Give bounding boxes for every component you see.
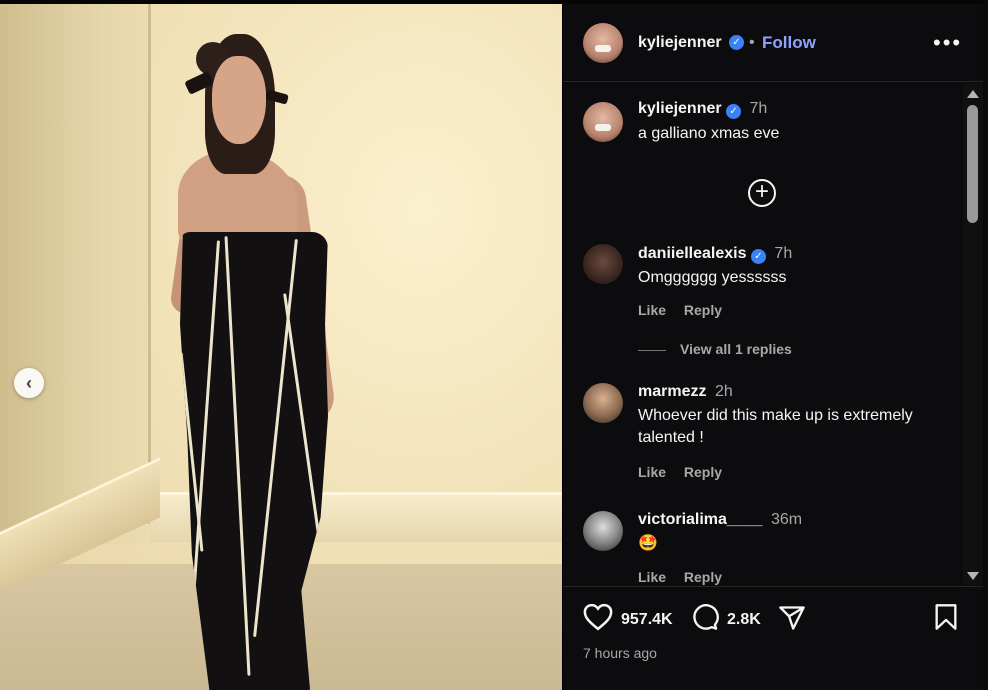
comments-list[interactable]: kyliejenner ✓ 7h a galliano xmas eve + d… [563, 83, 963, 585]
heart-icon [583, 603, 613, 631]
comment-username[interactable]: marmezz [638, 383, 706, 400]
like-comment-button[interactable]: Like [638, 569, 666, 585]
chevron-left-icon: ‹ [26, 372, 32, 393]
comment-actions: Like Reply [638, 569, 736, 585]
comment-header: victorialima____ 36m [638, 511, 802, 529]
comment-text: Omgggggg yessssss [638, 269, 787, 286]
reply-comment-button[interactable]: Reply [684, 569, 722, 585]
comment-text: 🤩 [638, 535, 658, 552]
verified-badge-icon: ✓ [750, 249, 766, 264]
figure-dress [180, 232, 328, 690]
verified-badge-icon: ✓ [726, 104, 742, 119]
comment-bubble-icon [693, 604, 719, 630]
window-edge [983, 0, 988, 690]
comment-actions: Like Reply [638, 302, 736, 318]
plus-circle-icon: + [754, 178, 769, 205]
load-more-comments-button[interactable]: + [748, 179, 776, 207]
comment-button[interactable] [690, 603, 720, 636]
view-replies-button[interactable]: View all 1 replies [638, 341, 792, 357]
paper-plane-icon [779, 606, 805, 630]
comment-time: 2h [714, 383, 733, 400]
dress-stripe [253, 238, 298, 638]
caption-username[interactable]: kyliejenner [638, 100, 722, 117]
previous-image-button[interactable]: ‹ [14, 368, 44, 398]
bookmark-icon [935, 604, 957, 630]
scrollbar-thumb[interactable] [967, 105, 978, 223]
post-viewer: ‹ kyliejenner ✓ • Follow ••• kyliejenner… [0, 0, 988, 690]
dress-stripe [180, 352, 204, 552]
figure-face [212, 56, 266, 144]
comment-actions: Like Reply [638, 464, 736, 480]
view-replies-label: View all 1 replies [680, 341, 792, 357]
verified-badge-icon: ✓ [729, 35, 744, 50]
comment-username[interactable]: victorialima____ [638, 511, 763, 528]
post-photo[interactable]: ‹ [0, 4, 562, 690]
caption-header: kyliejenner ✓ 7h [638, 100, 767, 119]
comments-scrollbar[interactable] [963, 83, 983, 585]
like-comment-button[interactable]: Like [638, 464, 666, 480]
dress-stripe [283, 293, 328, 591]
comment-avatar[interactable] [583, 511, 623, 551]
post-header: kyliejenner ✓ • Follow ••• [563, 4, 983, 82]
author-avatar[interactable] [583, 23, 623, 63]
caption-text: a galliano xmas eve [638, 125, 780, 142]
comment-time: 36m [770, 511, 803, 528]
comment-avatar[interactable] [583, 244, 623, 284]
caption-time: 7h [749, 100, 768, 117]
dress-stripe [224, 236, 251, 676]
more-options-button[interactable]: ••• [933, 30, 962, 56]
author-username[interactable]: kyliejenner [638, 34, 722, 52]
scroll-down-arrow-icon[interactable] [967, 572, 979, 580]
separator-dot: • [749, 34, 755, 51]
comments-count[interactable]: 2.8K [727, 611, 761, 629]
reply-comment-button[interactable]: Reply [684, 302, 722, 318]
comment-header: marmezz 2h [638, 383, 733, 401]
post-side-panel: kyliejenner ✓ • Follow ••• kyliejenner ✓… [563, 4, 983, 690]
like-button[interactable] [583, 603, 613, 636]
post-actions-bar: 957.4K 2.8K 7 hours ago [563, 586, 983, 690]
replies-line [638, 349, 666, 351]
photo-figure [0, 4, 562, 690]
likes-count[interactable]: 957.4K [621, 611, 673, 629]
post-time-ago[interactable]: 7 hours ago [583, 645, 657, 661]
comment-avatar[interactable] [583, 383, 623, 423]
comment-text: Whoever did this make up is extremely ta… [638, 407, 913, 446]
like-comment-button[interactable]: Like [638, 302, 666, 318]
save-button[interactable] [933, 603, 959, 636]
share-button[interactable] [777, 604, 807, 637]
comment-time: 7h [774, 245, 793, 262]
reply-comment-button[interactable]: Reply [684, 464, 722, 480]
scroll-up-arrow-icon[interactable] [967, 90, 979, 98]
caption-avatar[interactable] [583, 102, 623, 142]
comment-username[interactable]: daniiellealexis [638, 245, 747, 262]
follow-button[interactable]: Follow [762, 33, 816, 53]
comment-header: daniiellealexis ✓ 7h [638, 245, 792, 264]
